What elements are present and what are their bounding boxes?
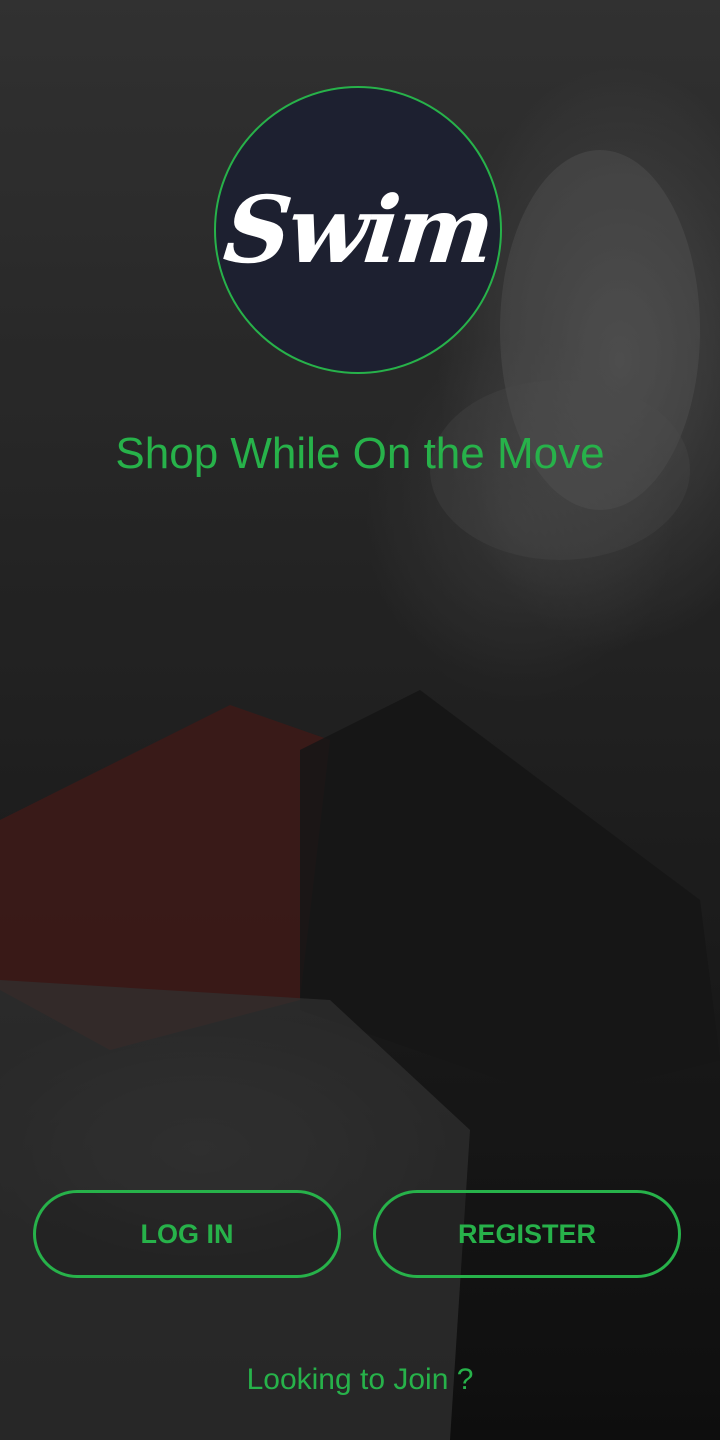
login-button-label: LOG IN bbox=[140, 1218, 234, 1249]
join-link[interactable]: Looking to Join ? bbox=[0, 1358, 720, 1402]
login-button[interactable]: LOG IN bbox=[33, 1190, 341, 1278]
welcome-screen: Swim Shop While On the Move LOG IN REGIS… bbox=[0, 0, 720, 1440]
logo-wordmark: Swim bbox=[219, 176, 497, 284]
tagline: Shop While On the Move bbox=[115, 429, 605, 478]
register-button[interactable]: REGISTER bbox=[373, 1190, 681, 1278]
app-logo: Swim bbox=[214, 86, 502, 374]
register-button-label: REGISTER bbox=[457, 1218, 597, 1249]
